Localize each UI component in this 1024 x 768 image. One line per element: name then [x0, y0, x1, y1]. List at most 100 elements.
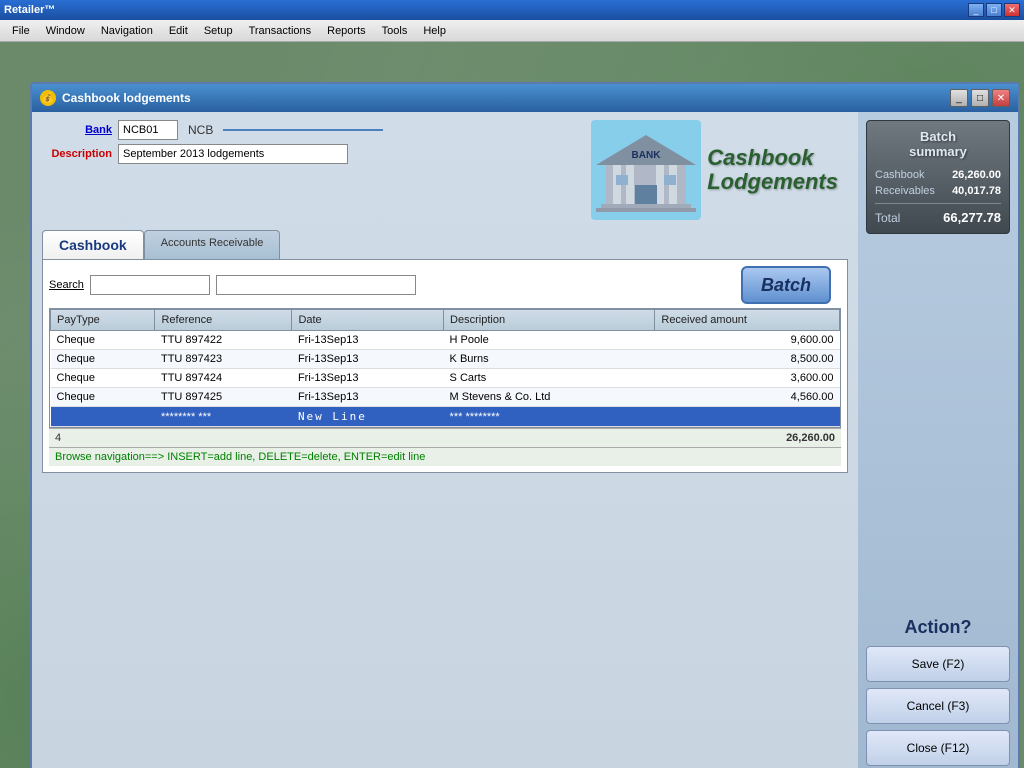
bank-field-row: Bank NCB — [42, 120, 383, 140]
table-row[interactable]: Cheque TTU 897425 Fri-13Sep13 M Stevens … — [51, 388, 840, 407]
description-input[interactable] — [118, 144, 348, 164]
bank-code-input[interactable] — [118, 120, 178, 140]
col-reference: Reference — [155, 310, 292, 331]
cashbook-lodgements-title: Cashbook Lodgements — [707, 146, 838, 194]
cashbook-value: 26,260.00 — [952, 169, 1001, 181]
bank-name: NCB — [188, 123, 213, 137]
menu-setup[interactable]: Setup — [196, 23, 241, 39]
cell-description: S Carts — [444, 369, 655, 388]
cell-date: Fri-13Sep13 — [292, 369, 444, 388]
new-line-amount — [655, 407, 840, 427]
cell-amount: 9,600.00 — [655, 331, 840, 350]
cell-reference: TTU 897423 — [155, 350, 292, 369]
cell-paytype: Cheque — [51, 331, 155, 350]
table-row[interactable]: Cheque TTU 897422 Fri-13Sep13 H Poole 9,… — [51, 331, 840, 350]
menu-help[interactable]: Help — [415, 23, 454, 39]
receivables-label: Receivables — [875, 185, 935, 197]
dialog-close-button[interactable]: ✕ — [992, 89, 1010, 107]
cell-date: Fri-13Sep13 — [292, 331, 444, 350]
action-title: Action? — [866, 617, 1010, 638]
cell-amount: 4,560.00 — [655, 388, 840, 407]
summary-total-row: Total 66,277.78 — [875, 210, 1001, 225]
minimize-button[interactable]: _ — [968, 3, 984, 17]
batch-summary-title: Batchsummary — [875, 129, 1001, 159]
app-title: Retailer™ — [4, 4, 55, 16]
table-row[interactable]: Cheque TTU 897424 Fri-13Sep13 S Carts 3,… — [51, 369, 840, 388]
menu-transactions[interactable]: Transactions — [241, 23, 320, 39]
tabs-area: Cashbook Accounts Receivable Search Batc… — [42, 230, 848, 473]
batch-button[interactable]: Batch — [741, 266, 831, 304]
right-panel: Batchsummary Cashbook 26,260.00 Receivab… — [858, 112, 1018, 768]
new-line-description: *** ******** — [444, 407, 655, 427]
close-app-button[interactable]: ✕ — [1004, 3, 1020, 17]
col-paytype: PayType — [51, 310, 155, 331]
cell-paytype: Cheque — [51, 350, 155, 369]
col-received-amount: Received amount — [655, 310, 840, 331]
menu-window[interactable]: Window — [38, 23, 93, 39]
dialog-icon: 💰 — [40, 90, 56, 106]
close-button[interactable]: Close (F12) — [866, 730, 1010, 766]
tab-accounts-receivable[interactable]: Accounts Receivable — [144, 230, 281, 259]
main-panel: Bank NCB Description — [32, 112, 858, 768]
total-value: 66,277.78 — [943, 210, 1001, 225]
search-input[interactable] — [90, 275, 210, 295]
search-label[interactable]: Search — [49, 279, 84, 291]
menubar: File Window Navigation Edit Setup Transa… — [0, 20, 1024, 42]
maximize-button[interactable]: □ — [986, 3, 1002, 17]
taskbar: Retailer™ _ □ ✕ — [0, 0, 1024, 20]
action-section: Action? Save (F2) Cancel (F3) Close (F12… — [866, 617, 1010, 768]
footer-count: 4 — [55, 432, 61, 444]
tab-headers: Cashbook Accounts Receivable — [42, 230, 848, 259]
receivables-value: 40,017.78 — [952, 185, 1001, 197]
new-line-reference: ******** *** — [155, 407, 292, 427]
description-field-row: Description — [42, 144, 383, 164]
menu-navigation[interactable]: Navigation — [93, 23, 161, 39]
cell-reference: TTU 897425 — [155, 388, 292, 407]
table-container[interactable]: PayType Reference Date Description Recei… — [49, 308, 841, 428]
table-row[interactable]: Cheque TTU 897423 Fri-13Sep13 K Burns 8,… — [51, 350, 840, 369]
cell-amount: 8,500.00 — [655, 350, 840, 369]
header-graphic: BANK Cashbook Lodgements — [591, 120, 838, 220]
transactions-table: PayType Reference Date Description Recei… — [50, 309, 840, 427]
tab-cashbook[interactable]: Cashbook — [42, 230, 144, 259]
dialog-title: Cashbook lodgements — [62, 91, 191, 105]
cashbook-title-line2: Lodgements — [707, 170, 838, 194]
search-bar: Search Batch — [49, 266, 841, 304]
footer-hint: Browse navigation==> INSERT=add line, DE… — [49, 447, 841, 466]
cell-paytype: Cheque — [51, 369, 155, 388]
desktop: 💰 Cashbook lodgements _ □ ✕ Bank NCB — [0, 42, 1024, 768]
new-line-date: New Line — [292, 407, 444, 427]
cashbook-lodgements-dialog: 💰 Cashbook lodgements _ □ ✕ Bank NCB — [30, 82, 1020, 768]
save-button[interactable]: Save (F2) — [866, 646, 1010, 682]
cell-reference: TTU 897422 — [155, 331, 292, 350]
description-label: Description — [42, 148, 112, 160]
col-date: Date — [292, 310, 444, 331]
right-panel-spacer — [866, 242, 1010, 609]
bank-building-icon: BANK — [591, 120, 701, 220]
batch-summary: Batchsummary Cashbook 26,260.00 Receivab… — [866, 120, 1010, 234]
dialog-minimize-button[interactable]: _ — [950, 89, 968, 107]
dialog-controls: _ □ ✕ — [950, 89, 1010, 107]
cancel-button[interactable]: Cancel (F3) — [866, 688, 1010, 724]
header-fields: Bank NCB Description — [42, 120, 383, 164]
cell-description: K Burns — [444, 350, 655, 369]
dialog-body: Bank NCB Description — [32, 112, 1018, 768]
dialog-restore-button[interactable]: □ — [971, 89, 989, 107]
summary-receivables-row: Receivables 40,017.78 — [875, 185, 1001, 197]
table-header: PayType Reference Date Description Recei… — [51, 310, 840, 331]
cell-description: H Poole — [444, 331, 655, 350]
table-body: Cheque TTU 897422 Fri-13Sep13 H Poole 9,… — [51, 331, 840, 427]
bank-label[interactable]: Bank — [42, 124, 112, 136]
dialog-titlebar: 💰 Cashbook lodgements _ □ ✕ — [32, 84, 1018, 112]
search-input-2[interactable] — [216, 275, 416, 295]
menu-edit[interactable]: Edit — [161, 23, 196, 39]
menu-reports[interactable]: Reports — [319, 23, 374, 39]
new-line-row[interactable]: ******** *** New Line *** ******** — [51, 407, 840, 427]
content-area: Search Batch PayType Refe — [42, 259, 848, 473]
menu-file[interactable]: File — [4, 23, 38, 39]
cell-date: Fri-13Sep13 — [292, 388, 444, 407]
cashbook-title-line1: Cashbook — [707, 146, 838, 170]
menu-tools[interactable]: Tools — [374, 23, 416, 39]
taskbar-controls: _ □ ✕ — [968, 3, 1020, 17]
total-label: Total — [875, 211, 900, 225]
